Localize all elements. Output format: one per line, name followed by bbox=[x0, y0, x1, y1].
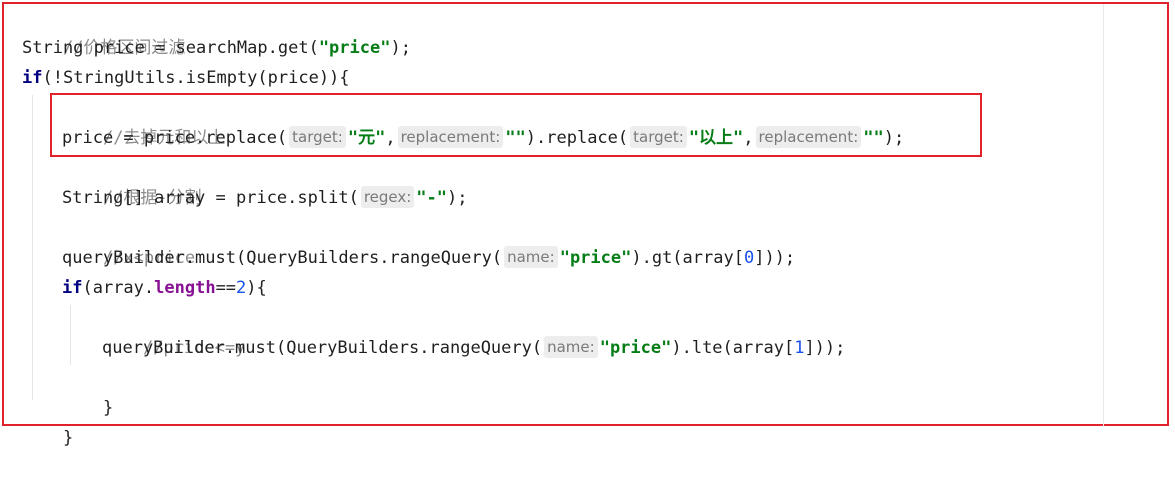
code-line-10[interactable]: if(array.length==2){ bbox=[62, 273, 267, 303]
code-text: ])); bbox=[804, 338, 846, 358]
code-line-14[interactable]: } bbox=[22, 393, 73, 448]
keyword: if bbox=[62, 278, 83, 298]
code-line-3[interactable]: if(!StringUtils.isEmpty(price)){ bbox=[22, 63, 350, 93]
code-line-13[interactable]: } bbox=[62, 363, 113, 418]
code-line-6[interactable]: //根据-分割 bbox=[62, 153, 202, 208]
string-literal: "以上" bbox=[688, 128, 744, 148]
parameter-hint: regex: bbox=[360, 186, 415, 208]
code-line-4[interactable]: //去掉元和以上 bbox=[62, 93, 225, 148]
parameter-hint: target: bbox=[289, 126, 346, 148]
code-line-12[interactable]: queryBuilder.must(QueryBuilders.rangeQue… bbox=[102, 333, 845, 363]
string-literal: "price" bbox=[559, 248, 632, 268]
number-literal: 0 bbox=[743, 248, 755, 268]
code-text: ); bbox=[390, 38, 411, 58]
closing-brace: } bbox=[102, 398, 114, 418]
string-literal: "元" bbox=[347, 128, 386, 148]
code-text: String[] array = price.split( bbox=[62, 188, 359, 208]
code-text: ])); bbox=[754, 248, 796, 268]
string-literal: "price" bbox=[318, 38, 391, 58]
string-literal: "-" bbox=[416, 188, 448, 208]
parameter-hint: replacement: bbox=[755, 126, 862, 148]
code-line-11[interactable]: //price<=y bbox=[102, 303, 245, 358]
code-line-7[interactable]: String[] array = price.split(regex: "-"); bbox=[62, 183, 468, 213]
code-text: queryBuilder.must(QueryBuilders.rangeQue… bbox=[62, 248, 503, 268]
code-editor[interactable]: //价格区间过滤 String price = searchMap.get("p… bbox=[0, 0, 1175, 448]
string-literal: "price" bbox=[599, 338, 672, 358]
code-line-1[interactable]: //价格区间过滤 bbox=[22, 3, 185, 58]
string-literal: "" bbox=[863, 128, 884, 148]
string-literal: "" bbox=[505, 128, 526, 148]
parameter-hint: name: bbox=[544, 336, 598, 358]
code-line-8[interactable]: //x<price bbox=[62, 213, 195, 268]
parameter-hint: name: bbox=[504, 246, 558, 268]
parameter-hint: replacement: bbox=[397, 126, 504, 148]
code-text: String price = searchMap.get( bbox=[22, 38, 319, 58]
code-line-9[interactable]: queryBuilder.must(QueryBuilders.rangeQue… bbox=[62, 243, 795, 273]
code-text: ).gt(array[ bbox=[631, 248, 744, 268]
right-margin-guide bbox=[1103, 4, 1104, 426]
code-text: queryBuilder.must(QueryBuilders.rangeQue… bbox=[102, 338, 543, 358]
code-line-5[interactable]: price = price.replace(target: "元", replace… bbox=[62, 123, 904, 153]
code-text: ); bbox=[447, 188, 468, 208]
code-line-2[interactable]: String price = searchMap.get("price"); bbox=[22, 33, 411, 63]
code-text: ); bbox=[883, 128, 905, 148]
keyword: if bbox=[22, 68, 43, 88]
closing-brace: } bbox=[62, 428, 74, 448]
code-text: (array. bbox=[82, 278, 155, 298]
indent-guide bbox=[32, 95, 33, 400]
code-text: (!StringUtils.isEmpty(price)){ bbox=[42, 68, 350, 88]
field-reference: length bbox=[154, 278, 216, 298]
code-text: == bbox=[215, 278, 237, 298]
code-text: , bbox=[385, 128, 396, 148]
code-text: ).lte(array[ bbox=[671, 338, 795, 358]
indent-guide bbox=[70, 305, 71, 365]
number-literal: 1 bbox=[794, 338, 805, 358]
number-literal: 2 bbox=[236, 278, 247, 298]
code-text: , bbox=[743, 128, 754, 148]
parameter-hint: target: bbox=[630, 126, 687, 148]
code-text: ){ bbox=[246, 278, 267, 298]
code-text: ).replace( bbox=[525, 128, 629, 148]
code-text: price = price.replace( bbox=[62, 128, 288, 148]
